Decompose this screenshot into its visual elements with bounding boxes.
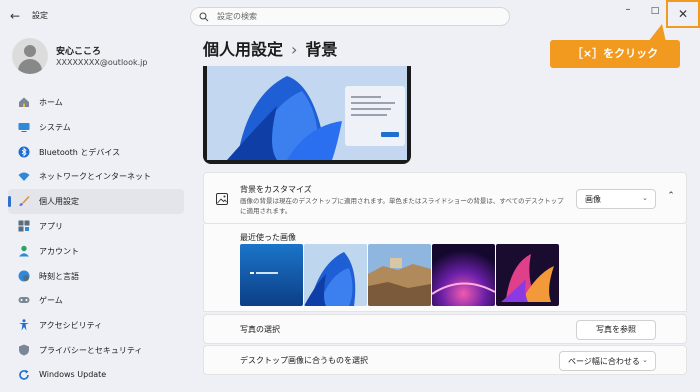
search-icon	[199, 12, 209, 22]
account-icon	[19, 245, 29, 257]
sidebar-item-label: アプリ	[39, 221, 63, 231]
preview-window	[345, 86, 405, 146]
sidebar-item-label: Windows Update	[39, 369, 107, 379]
fit-dropdown[interactable]: ページ幅に合わせる ⌄	[559, 351, 656, 371]
choose-fit-row: デスクトップ画像に合うものを選択 ページ幅に合わせる ⌄	[203, 345, 687, 375]
accessibility-icon	[19, 319, 29, 331]
image-icon	[216, 193, 228, 205]
recent-image-3[interactable]	[368, 244, 431, 306]
sidebar-item-privacy[interactable]: プライバシーとセキュリティ	[8, 338, 184, 363]
sidebar-item-accessibility[interactable]: アクセシビリティ	[8, 313, 184, 338]
sidebar-item-label: 個人用設定	[39, 197, 79, 207]
monitor-icon	[18, 122, 30, 132]
maximize-button[interactable]: □	[643, 4, 667, 20]
back-button[interactable]: ←	[6, 8, 24, 24]
sidebar-item-bluetooth[interactable]: Bluetooth とデバイス	[8, 140, 184, 165]
background-description: 画像の背景は現在のデスクトップに適用されます。単色またはスライドショーの背景は、…	[240, 197, 564, 215]
brush-icon	[19, 196, 30, 207]
sidebar-item-home[interactable]: ホーム	[8, 90, 184, 115]
recent-images-section: 最近使った画像	[203, 224, 687, 312]
close-button[interactable]: ✕	[666, 0, 700, 28]
wifi-icon	[18, 172, 30, 182]
avatar	[12, 38, 48, 74]
sidebar-item-label: アクセシビリティ	[39, 321, 103, 331]
bluetooth-icon	[18, 146, 30, 158]
customize-background-row[interactable]: 背景をカスタマイズ 画像の背景は現在のデスクトップに適用されます。単色またはスラ…	[203, 172, 687, 224]
sidebar-item-network[interactable]: ネットワークとインターネット	[8, 164, 184, 189]
breadcrumb: 個人用設定 › 背景	[203, 36, 337, 60]
instruction-callout: ［×］をクリック	[550, 40, 680, 68]
apps-icon	[18, 220, 30, 232]
gamepad-icon	[18, 297, 30, 304]
sidebar-item-label: アカウント	[39, 246, 79, 256]
chevron-up-icon[interactable]: ⌃	[664, 191, 678, 205]
background-type-dropdown[interactable]: 画像 ⌄	[576, 189, 656, 209]
search-box[interactable]: 設定の検索	[190, 7, 510, 26]
preview-screen	[207, 66, 407, 160]
browse-photos-button[interactable]: 写真を参照	[576, 320, 656, 340]
update-icon	[19, 369, 29, 380]
recent-image-1[interactable]	[240, 244, 303, 306]
recent-image-5[interactable]	[496, 244, 559, 306]
breadcrumb-separator: ›	[291, 40, 298, 59]
sidebar-item-label: ネットワークとインターネット	[39, 172, 151, 182]
sidebar-item-apps[interactable]: アプリ	[8, 214, 184, 239]
choose-fit-label: デスクトップ画像に合うものを選択	[240, 356, 368, 365]
sidebar-item-label: プライバシーとセキュリティ	[39, 345, 143, 355]
user-email: XXXXXXXX@outlook.jp	[56, 58, 148, 67]
background-preview	[203, 66, 411, 164]
user-name: 安心こころ	[56, 47, 102, 57]
search-input[interactable]: 設定の検索	[217, 11, 257, 23]
globe-clock-icon	[18, 270, 30, 282]
shield-icon	[19, 344, 29, 356]
sidebar-item-system[interactable]: システム	[8, 115, 184, 140]
background-title: 背景をカスタマイズ	[240, 185, 312, 194]
recent-image-4[interactable]	[432, 244, 495, 306]
choose-photo-row: 写真の選択 写真を参照	[203, 314, 687, 344]
sidebar-item-label: ゲーム	[39, 296, 63, 306]
app-title: 設定	[32, 11, 48, 20]
sidebar-item-personalization[interactable]: 個人用設定	[8, 189, 184, 214]
sidebar-item-windows-update[interactable]: Windows Update	[8, 363, 184, 388]
breadcrumb-parent[interactable]: 個人用設定	[203, 40, 283, 59]
sidebar-item-label: ホーム	[39, 98, 63, 107]
recent-images-label: 最近使った画像	[240, 233, 296, 242]
chevron-down-icon: ⌄	[642, 194, 648, 202]
sidebar-item-label: Bluetooth とデバイス	[39, 147, 121, 157]
home-icon	[19, 97, 29, 107]
sidebar-item-time-language[interactable]: 時刻と言語	[8, 264, 184, 289]
recent-image-2[interactable]	[304, 244, 367, 306]
fit-value: ページ幅に合わせる	[568, 357, 640, 366]
sidebar-item-label: システム	[39, 122, 71, 132]
choose-photo-label: 写真の選択	[240, 325, 280, 334]
title-bar: ← 設定 設定の検索 – □ ✕	[0, 0, 700, 32]
user-profile: 安心こころ XXXXXXXX@outlook.jp	[12, 38, 182, 74]
page-title: 背景	[305, 40, 338, 59]
sidebar-item-gaming[interactable]: ゲーム	[8, 288, 184, 313]
background-type-value: 画像	[585, 195, 601, 204]
chevron-down-icon: ⌄	[642, 356, 648, 364]
sidebar-nav: ホーム システム Bluetooth とデバイス ネットワークとインターネット …	[8, 90, 186, 388]
sidebar-item-accounts[interactable]: アカウント	[8, 239, 184, 264]
minimize-button[interactable]: –	[616, 4, 640, 20]
sidebar-item-label: 時刻と言語	[39, 271, 79, 281]
